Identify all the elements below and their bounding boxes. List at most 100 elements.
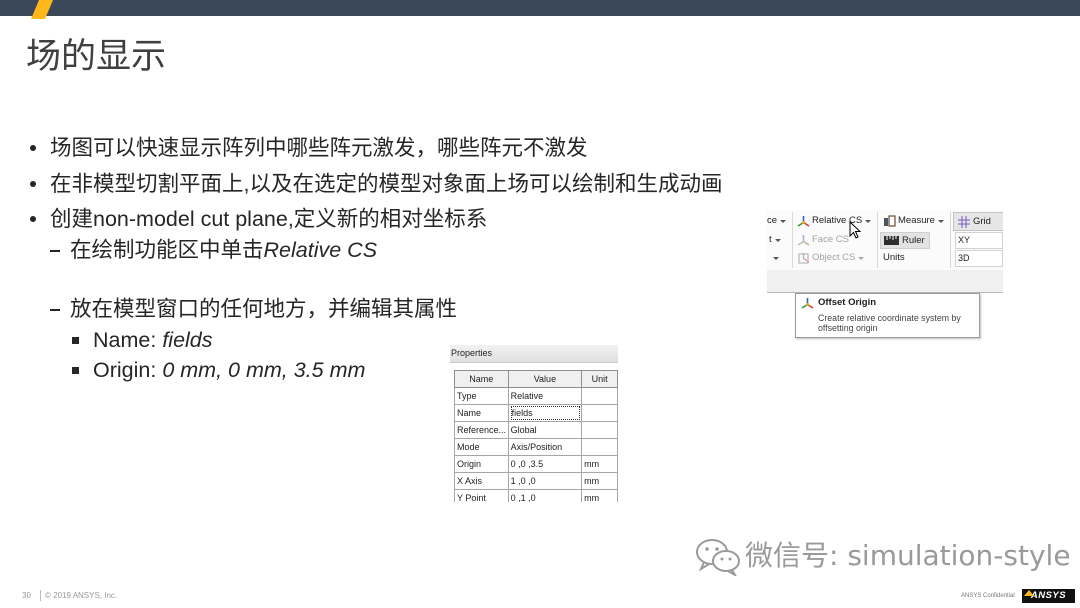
property-unit[interactable] [581, 421, 618, 439]
ribbon-separator [877, 212, 878, 268]
property-value[interactable]: 0 ,0 ,3.5 [507, 455, 583, 473]
object-cs-button[interactable]: Object CS [796, 251, 865, 265]
watermark-text: 微信号: simulation-style [745, 539, 1071, 572]
sub-bullet-emphasis: Relative CS [263, 238, 378, 262]
name-edit-field[interactable]: fields [510, 406, 581, 420]
property-unit[interactable] [581, 404, 618, 422]
sub-bullet-marker [50, 250, 60, 252]
property-value[interactable]: 0 ,1 ,0 [507, 489, 583, 502]
property-value[interactable]: Relative [507, 387, 583, 405]
property-item-value: fields [162, 328, 213, 352]
column-header-value[interactable]: Value [507, 370, 583, 388]
property-name: Type [454, 387, 509, 405]
property-value[interactable]: fields [507, 404, 583, 422]
grid-plane-select[interactable]: XY [955, 232, 1003, 249]
ribbon-partial-button[interactable]: ce [767, 214, 787, 228]
property-name: Y Point [454, 489, 509, 502]
grid-mode-select[interactable]: 3D [955, 250, 1003, 267]
wechat-icon [695, 538, 741, 581]
column-header-unit[interactable]: Unit [581, 370, 618, 388]
chevron-down-icon [937, 219, 944, 223]
bullet-text: 场图可以快速显示阵列中哪些阵元激发，哪些阵元不激发 [50, 136, 588, 160]
logo-mark-icon [1024, 590, 1034, 596]
tooltip: Offset Origin Create relative coordinate… [795, 293, 980, 338]
table-row[interactable]: Mode Axis/Position [454, 438, 618, 456]
footer-divider [40, 590, 41, 601]
table-row[interactable]: Name fields [454, 404, 618, 422]
bullet-marker [30, 181, 36, 187]
property-item: Origin: 0 mm, 0 mm, 3.5 mm [93, 357, 365, 383]
units-label: Units [883, 252, 905, 263]
bullet-text: 在非模型切割平面上,以及在选定的模型对象面上场可以绘制和生成动画 [50, 172, 723, 196]
face-cs-icon [796, 233, 810, 247]
ruler-toggle[interactable]: Ruler [880, 232, 930, 249]
ribbon-partial-label: t [769, 234, 772, 245]
chevron-down-icon [858, 256, 865, 260]
column-header-name[interactable]: Name [454, 370, 509, 388]
header-bar [0, 0, 1080, 16]
property-unit[interactable]: mm [581, 455, 618, 473]
page-number: 30 [22, 591, 31, 600]
tooltip-title: Offset Origin [818, 297, 877, 308]
property-name: Name [454, 404, 509, 422]
table-row[interactable]: Reference... Global [454, 421, 618, 439]
property-unit[interactable] [581, 438, 618, 456]
units-button[interactable]: Units [883, 251, 905, 265]
bullet-marker [30, 145, 36, 151]
properties-title: Properties [451, 348, 493, 358]
sub-bullet-marker [50, 309, 60, 311]
item-marker [72, 367, 79, 374]
property-unit[interactable]: mm [581, 489, 618, 502]
properties-table: Name Value Unit Type Relative Name field… [454, 370, 618, 502]
ribbon-toolbar: ce t Relative CS Face CS Object CS Measu… [767, 210, 1003, 293]
property-item: Name: fields [93, 327, 213, 353]
item-marker [72, 337, 79, 344]
ribbon-partial-button[interactable] [770, 251, 779, 265]
chevron-down-icon [780, 219, 787, 223]
property-unit[interactable] [581, 387, 618, 405]
measure-icon [882, 214, 896, 228]
table-row[interactable]: Y Point 0 ,1 ,0 mm [454, 489, 618, 502]
bullet-text: 创建non-model cut plane,定义新的相对坐标系 [50, 207, 488, 231]
ribbon-separator [792, 212, 793, 268]
offset-origin-icon [801, 297, 814, 315]
table-row[interactable]: X Axis 1 ,0 ,0 mm [454, 472, 618, 490]
measure-button[interactable]: Measure [882, 214, 944, 228]
properties-panel: Properties Name Value Unit Type Relative… [450, 345, 618, 502]
table-row[interactable]: Type Relative [454, 387, 618, 405]
ruler-icon [883, 234, 900, 248]
ruler-label: Ruler [902, 234, 925, 246]
ribbon-footer-strip [767, 270, 1003, 293]
confidential-label: ANSYS Confidential [961, 593, 1015, 599]
property-item-value: 0 mm, 0 mm, 3.5 mm [162, 358, 366, 382]
grid-label: Grid [973, 215, 991, 227]
property-name: Mode [454, 438, 509, 456]
object-cs-icon [796, 251, 810, 265]
property-value[interactable]: 1 ,0 ,0 [507, 472, 583, 490]
table-row[interactable]: Origin 0 ,0 ,3.5 mm [454, 455, 618, 473]
object-cs-label: Object CS [812, 252, 856, 263]
ribbon-separator [950, 212, 951, 268]
grid-toggle[interactable]: Grid [953, 212, 1003, 231]
table-header-row: Name Value Unit [454, 370, 618, 388]
property-name: Reference... [454, 421, 509, 439]
grid-icon [957, 215, 971, 229]
mouse-cursor-icon [849, 220, 862, 244]
face-cs-label: Face CS [812, 234, 849, 245]
sub-bullet-text: 在绘制功能区中单击Relative CS [70, 237, 377, 263]
bullet-marker [30, 216, 36, 222]
property-item-label: Name: [93, 328, 157, 352]
property-value[interactable]: Axis/Position [507, 438, 583, 456]
sub-bullet-plain: 在绘制功能区中单击 [70, 238, 264, 262]
property-item-label: Origin: [93, 358, 157, 382]
face-cs-button[interactable]: Face CS [796, 233, 849, 247]
property-unit[interactable]: mm [581, 472, 618, 490]
ribbon-partial-button[interactable]: t [769, 233, 781, 247]
property-value[interactable]: Global [507, 421, 583, 439]
relative-cs-icon [796, 214, 810, 228]
property-name: X Axis [454, 472, 509, 490]
ribbon-partial-label: ce [767, 215, 778, 226]
tooltip-description: offsetting origin [818, 323, 878, 333]
tooltip-description: Create relative coordinate system by [818, 313, 961, 323]
copyright-text: © 2019 ANSYS, Inc. [45, 591, 118, 600]
